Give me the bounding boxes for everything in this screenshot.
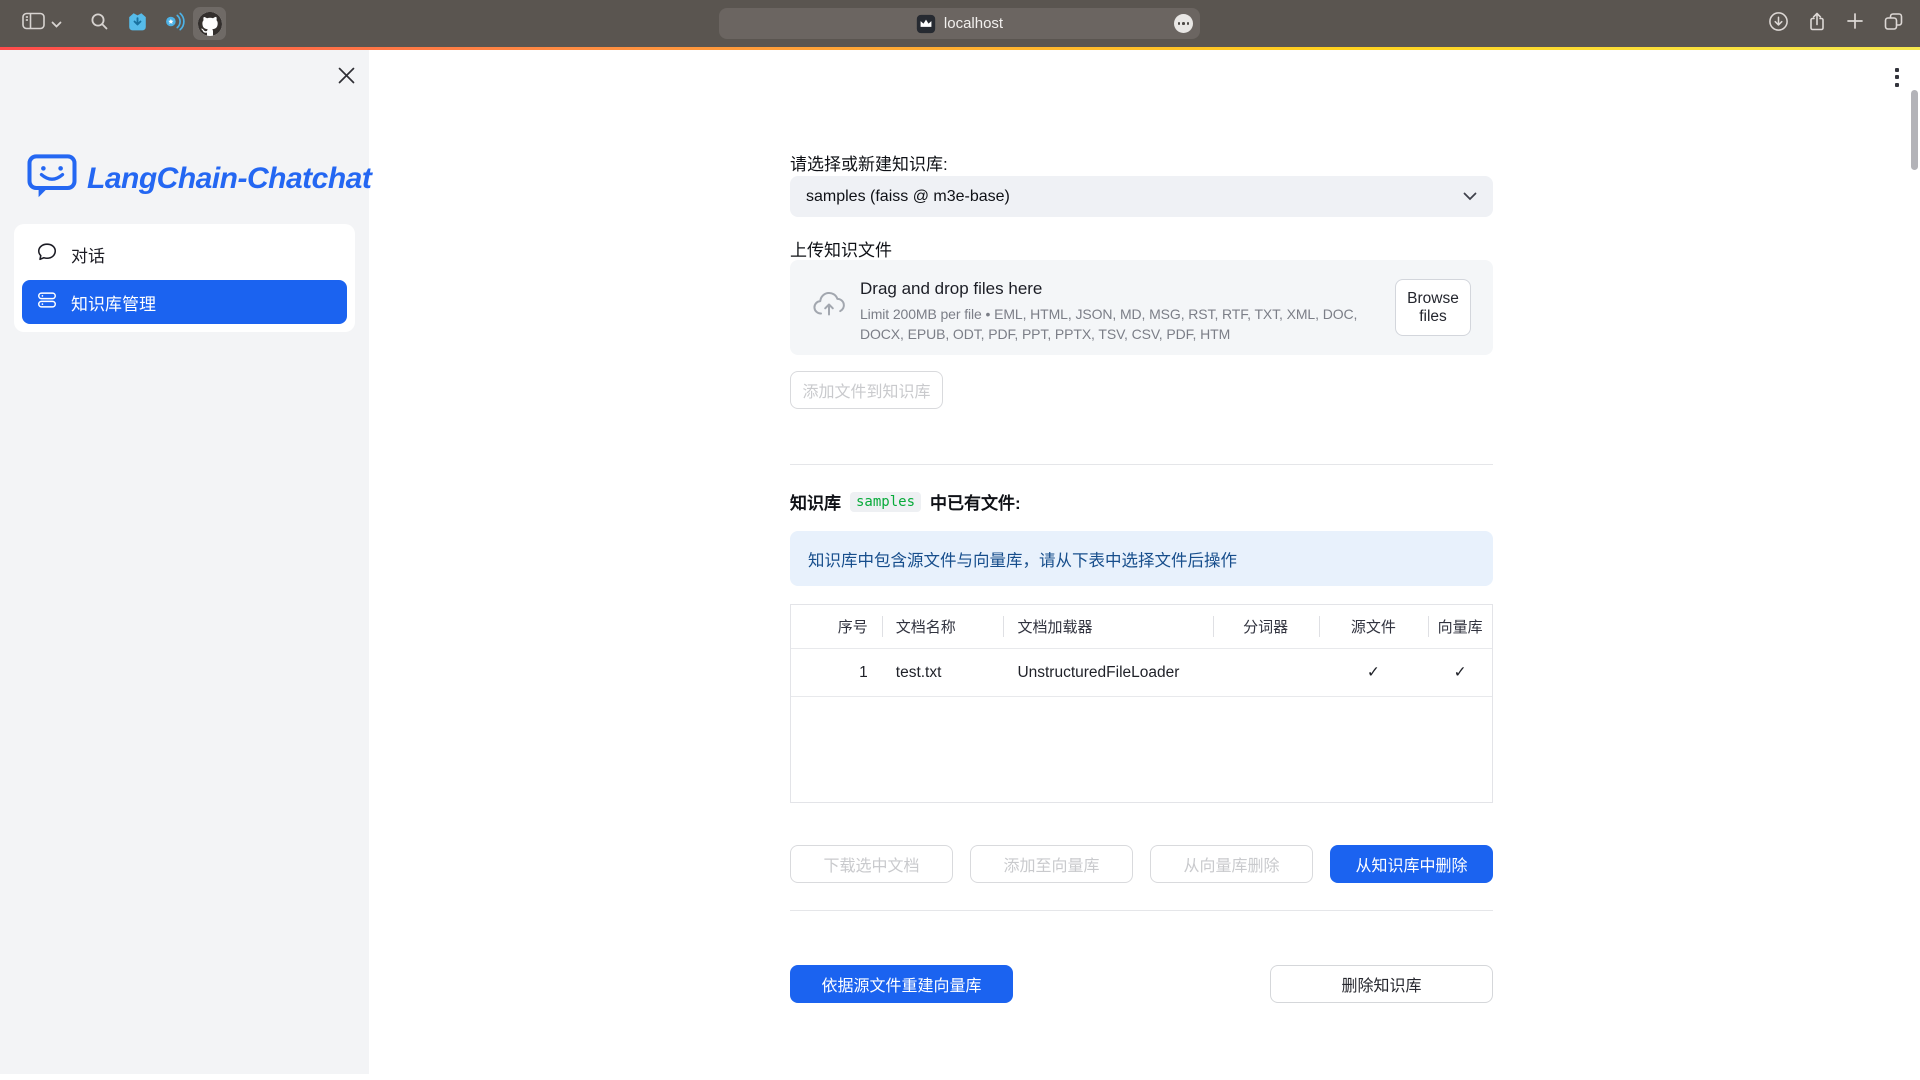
sidebar-item-label: 对话 (71, 242, 105, 267)
address-bar[interactable]: localhost (719, 8, 1200, 39)
table-header-cell: 源文件 (1319, 605, 1429, 648)
sidebar-item-chat[interactable]: 对话 (22, 232, 347, 276)
tab-overview-button[interactable] (1879, 8, 1907, 39)
browse-files-button[interactable]: Browse files (1395, 279, 1471, 336)
extension-cat-catch-button[interactable] (122, 8, 152, 39)
site-favicon (916, 14, 936, 34)
chat-bubble-icon (36, 241, 58, 268)
kb-name-code: samples (850, 492, 921, 512)
chevron-down-icon (51, 15, 62, 33)
extension-circles-button[interactable] (158, 8, 188, 39)
scrollbar-thumb[interactable] (1911, 90, 1918, 170)
delete-from-vector-store-button[interactable]: 从向量库删除 (1150, 845, 1313, 883)
cell-splitter (1213, 649, 1319, 696)
sidebar-toggle-icon (22, 12, 46, 35)
browser-toolbar: localhost (0, 0, 1920, 47)
close-icon (337, 66, 356, 90)
github-icon (198, 12, 222, 36)
app-logo: LangChain-Chatchat (27, 154, 371, 204)
share-icon (1807, 11, 1827, 37)
sidebar-toggle-button[interactable] (18, 8, 66, 39)
cell-vector-store-check: ✓ (1428, 649, 1492, 696)
search-icon (90, 12, 109, 36)
table-header-cell: 文档加载器 (1003, 605, 1212, 648)
sidebar: LangChain-Chatchat 对话 知识库管理 (0, 50, 369, 1074)
new-tab-button[interactable] (1842, 8, 1868, 39)
tabs-icon (1883, 11, 1904, 37)
sidebar-item-label: 知识库管理 (71, 290, 156, 315)
plus-icon (1846, 12, 1864, 35)
divider (790, 464, 1493, 465)
search-button[interactable] (85, 8, 113, 39)
upload-label: 上传知识文件 (790, 236, 1493, 261)
sidebar-nav: 对话 知识库管理 (14, 224, 355, 332)
rebuild-vector-store-button[interactable]: 依据源文件重建向量库 (790, 965, 1013, 1003)
cell-doc-name: test.txt (882, 649, 1004, 696)
close-sidebar-button[interactable] (332, 64, 360, 92)
kb-heading-suffix: 中已有文件: (930, 489, 1021, 514)
kb-files-heading: 知识库 samples 中已有文件: (790, 489, 1021, 514)
cell-source-file-check: ✓ (1319, 649, 1429, 696)
cell-index: 1 (791, 649, 882, 696)
file-dropzone[interactable]: Drag and drop files here Limit 200MB per… (790, 260, 1493, 355)
kb-selectbox-value: samples (faiss @ m3e-base) (806, 188, 1463, 206)
files-table: 序号 文档名称 文档加载器 分词器 源文件 向量库 1 test.txt Uns… (790, 604, 1493, 803)
table-header-cell: 分词器 (1213, 605, 1319, 648)
logo-text: LangChain-Chatchat (87, 162, 371, 196)
table-header-cell: 序号 (791, 605, 882, 648)
add-to-vector-store-button[interactable]: 添加至向量库 (970, 845, 1133, 883)
dropzone-title: Drag and drop files here (860, 279, 1042, 299)
info-banner: 知识库中包含源文件与向量库，请从下表中选择文件后操作 (790, 531, 1493, 586)
page-options-button[interactable] (1174, 14, 1193, 33)
delete-from-kb-button[interactable]: 从知识库中删除 (1330, 845, 1493, 883)
logo-chat-bubble-icon (27, 154, 77, 204)
app-menu-button[interactable] (1886, 62, 1908, 92)
table-row[interactable]: 1 test.txt UnstructuredFileLoader ✓ ✓ (791, 649, 1492, 697)
download-icon (1768, 11, 1789, 37)
cat-catch-icon (126, 11, 149, 37)
download-selected-button[interactable]: 下载选中文档 (790, 845, 953, 883)
concentric-circles-icon (162, 11, 185, 37)
table-header-cell: 向量库 (1428, 605, 1492, 648)
divider (790, 910, 1493, 911)
kb-selectbox[interactable]: samples (faiss @ m3e-base) (790, 176, 1493, 217)
kb-heading-prefix: 知识库 (790, 489, 841, 514)
table-header-row: 序号 文档名称 文档加载器 分词器 源文件 向量库 (791, 605, 1492, 649)
kb-select-label: 请选择或新建知识库: (790, 150, 1493, 175)
cloud-upload-icon (810, 288, 848, 325)
delete-kb-button[interactable]: 删除知识库 (1270, 965, 1493, 1003)
chevron-down-icon (1463, 188, 1477, 206)
cell-doc-loader: UnstructuredFileLoader (1003, 649, 1212, 696)
stacked-database-icon (36, 289, 58, 316)
share-button[interactable] (1804, 8, 1830, 39)
sidebar-item-kb-management[interactable]: 知识库管理 (22, 280, 347, 324)
extension-github-button[interactable] (193, 7, 226, 40)
add-files-to-kb-button[interactable]: 添加文件到知识库 (790, 371, 943, 409)
dropzone-limit-text: Limit 200MB per file • EML, HTML, JSON, … (860, 304, 1390, 345)
table-action-buttons: 下载选中文档 添加至向量库 从向量库删除 从知识库中删除 (790, 845, 1493, 883)
table-header-cell: 文档名称 (882, 605, 1004, 648)
url-text: localhost (944, 15, 1003, 32)
downloads-button[interactable] (1765, 8, 1791, 39)
